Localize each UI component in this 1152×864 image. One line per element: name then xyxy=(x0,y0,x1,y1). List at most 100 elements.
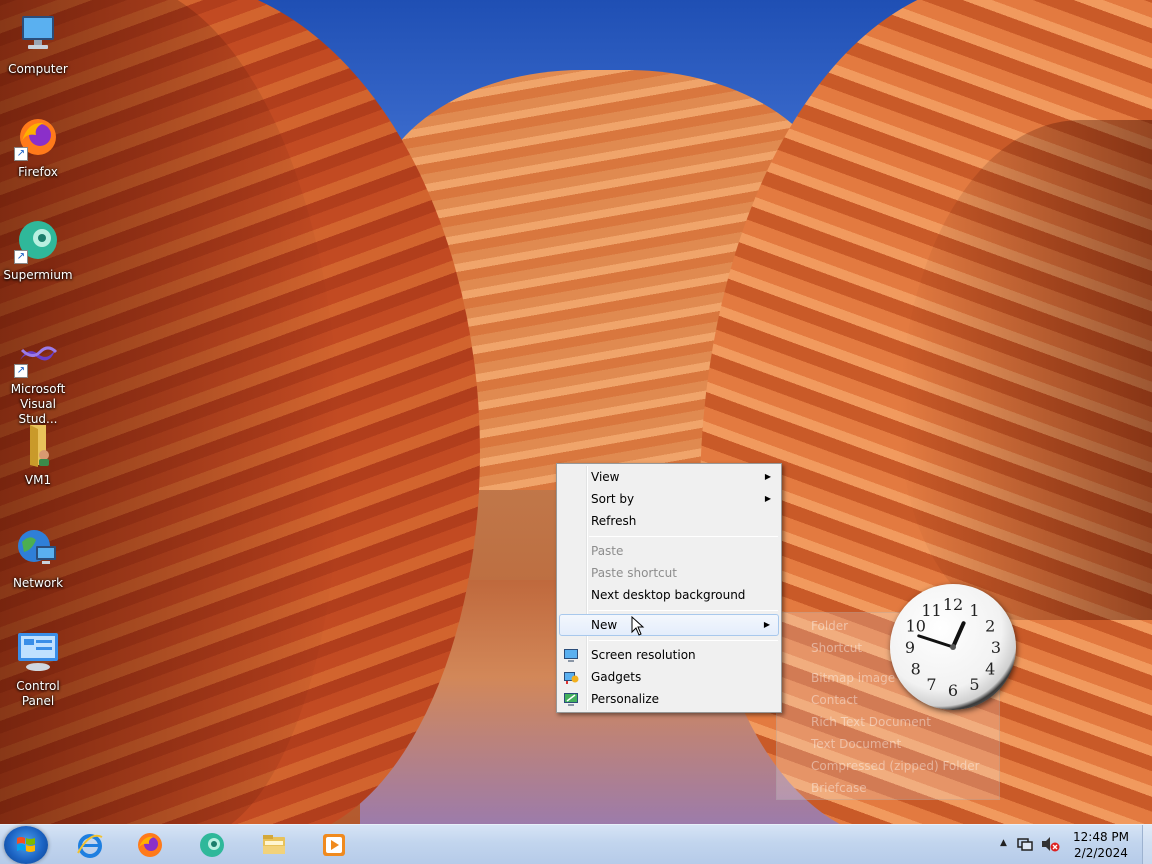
taskbar-media-player[interactable] xyxy=(306,827,362,863)
submenu-item-folder: Folder xyxy=(811,619,849,633)
taskbar-clock[interactable]: 12:48 PM 2/2/2024 xyxy=(1066,829,1136,861)
desktop-icon-supermium[interactable]: ↗ Supermium xyxy=(0,208,76,298)
screen-resolution-icon xyxy=(563,647,579,663)
menu-separator xyxy=(589,610,778,611)
desktop-icon-label: VM1 xyxy=(24,473,52,487)
windows-logo-icon xyxy=(17,837,35,852)
desktop-icon-network[interactable]: Network xyxy=(0,516,76,606)
desktop-icon-label: Supermium xyxy=(3,268,73,282)
personalize-icon xyxy=(563,691,579,707)
menu-item-label: Gadgets xyxy=(591,670,642,684)
network-icon xyxy=(14,524,62,572)
folder-icon xyxy=(14,421,62,469)
shortcut-arrow-icon: ↗ xyxy=(14,364,28,378)
submenu-item-text-document: Text Document xyxy=(811,737,902,751)
menu-item-label: Paste shortcut xyxy=(591,566,677,580)
taskbar: ▲ 12:48 PM 2/2/2024 xyxy=(0,824,1152,864)
firefox-icon xyxy=(136,831,164,859)
desktop-icon-visual-studio[interactable]: ↗ Microsoft Visual Stud... xyxy=(0,322,76,426)
menu-item-next-desktop-background[interactable]: Next desktop background xyxy=(559,584,779,606)
menu-item-new[interactable]: New ▶ xyxy=(559,614,779,636)
menu-item-label: Refresh xyxy=(591,514,637,528)
submenu-item-rich-text: Rich Text Document xyxy=(811,715,931,729)
show-hidden-icons-icon[interactable]: ▲ xyxy=(1000,838,1007,848)
clock-numeral: 8 xyxy=(911,660,921,679)
desktop-context-menu: View ▶ Sort by ▶ Refresh Paste Paste sho… xyxy=(556,463,782,713)
menu-item-label: Paste xyxy=(591,544,624,558)
system-tray: ▲ 12:48 PM 2/2/2024 xyxy=(982,825,1152,864)
menu-separator xyxy=(589,640,778,641)
computer-icon xyxy=(14,10,62,58)
clock-gadget[interactable]: 12 1 2 3 4 5 6 7 8 9 10 11 xyxy=(890,584,1016,710)
menu-item-label: Screen resolution xyxy=(591,648,696,662)
show-desktop-button[interactable] xyxy=(1142,825,1152,864)
menu-item-refresh[interactable]: Refresh xyxy=(559,510,779,532)
menu-item-screen-resolution[interactable]: Screen resolution xyxy=(559,644,779,666)
desktop-icon-computer[interactable]: Computer xyxy=(0,2,76,92)
taskbar-supermium[interactable] xyxy=(184,827,240,863)
submenu-arrow-icon: ▶ xyxy=(764,494,771,503)
desktop-icon-label: Computer xyxy=(8,62,68,76)
media-player-icon xyxy=(320,831,348,859)
submenu-item-briefcase: Briefcase xyxy=(811,781,867,795)
taskbar-time: 12:48 PM xyxy=(1073,830,1129,844)
mouse-cursor-icon xyxy=(631,616,645,636)
desktop[interactable]: Computer ↗ Firefox ↗ Supermium ↗ Microso… xyxy=(0,0,1152,824)
submenu-item-contact: Contact xyxy=(811,693,858,707)
clock-numeral: 9 xyxy=(905,638,915,657)
volume-muted-icon[interactable] xyxy=(1040,835,1060,856)
clock-center-pin xyxy=(950,644,956,650)
supermium-icon xyxy=(198,831,226,859)
clock-numeral: 6 xyxy=(948,681,958,700)
clock-numeral: 2 xyxy=(985,617,995,636)
menu-item-label: Sort by xyxy=(591,492,635,506)
menu-item-gadgets[interactable]: Gadgets xyxy=(559,666,779,688)
taskbar-firefox[interactable] xyxy=(122,827,178,863)
submenu-item-compressed-folder: Compressed (zipped) Folder xyxy=(811,759,980,773)
clock-hour-hand xyxy=(951,621,966,649)
clock-numeral: 4 xyxy=(985,660,995,679)
menu-item-label: New xyxy=(591,618,618,632)
desktop-icon-firefox[interactable]: ↗ Firefox xyxy=(0,105,76,195)
taskbar-internet-explorer[interactable] xyxy=(62,827,118,863)
clock-numeral: 7 xyxy=(926,675,936,694)
submenu-arrow-icon: ▶ xyxy=(763,620,770,629)
firefox-icon: ↗ xyxy=(14,113,62,161)
menu-item-label: Personalize xyxy=(591,692,660,706)
visual-studio-icon: ↗ xyxy=(14,330,62,378)
desktop-icon-vm1[interactable]: VM1 xyxy=(0,413,76,503)
menu-item-label: View xyxy=(591,470,620,484)
supermium-icon: ↗ xyxy=(14,216,62,264)
clock-face: 12 1234567891011 xyxy=(905,595,1001,700)
submenu-arrow-icon: ▶ xyxy=(764,472,771,481)
menu-item-paste: Paste xyxy=(559,540,779,562)
desktop-icon-label: Control Panel xyxy=(16,679,60,708)
gadgets-icon xyxy=(563,669,579,685)
control-panel-icon xyxy=(14,627,62,675)
menu-item-sort-by[interactable]: Sort by ▶ xyxy=(559,488,779,510)
internet-explorer-icon xyxy=(76,831,104,859)
menu-item-personalize[interactable]: Personalize xyxy=(559,688,779,710)
shortcut-arrow-icon: ↗ xyxy=(14,250,28,264)
taskbar-file-explorer[interactable] xyxy=(246,827,302,863)
clock-numeral: 12 xyxy=(943,595,963,614)
taskbar-date: 2/2/2024 xyxy=(1074,846,1128,860)
action-center-icon[interactable] xyxy=(1016,835,1034,856)
clock-minute-hand xyxy=(917,634,955,649)
clock-numeral: 3 xyxy=(991,638,1001,657)
menu-item-view[interactable]: View ▶ xyxy=(559,466,779,488)
start-button[interactable] xyxy=(4,826,48,864)
clock-numeral: 11 xyxy=(921,601,941,620)
file-explorer-icon xyxy=(260,831,288,859)
clock-numeral: 1 xyxy=(969,601,979,620)
submenu-item-bitmap-image: Bitmap image xyxy=(811,671,896,685)
clock-numeral: 5 xyxy=(969,675,979,694)
menu-separator xyxy=(589,536,778,537)
desktop-icon-label: Firefox xyxy=(18,165,58,179)
desktop-icon-label: Network xyxy=(12,576,64,590)
menu-item-paste-shortcut: Paste shortcut xyxy=(559,562,779,584)
desktop-icon-control-panel[interactable]: Control Panel xyxy=(0,619,76,709)
submenu-item-shortcut: Shortcut xyxy=(811,641,863,655)
menu-item-label: Next desktop background xyxy=(591,588,746,602)
shortcut-arrow-icon: ↗ xyxy=(14,147,28,161)
